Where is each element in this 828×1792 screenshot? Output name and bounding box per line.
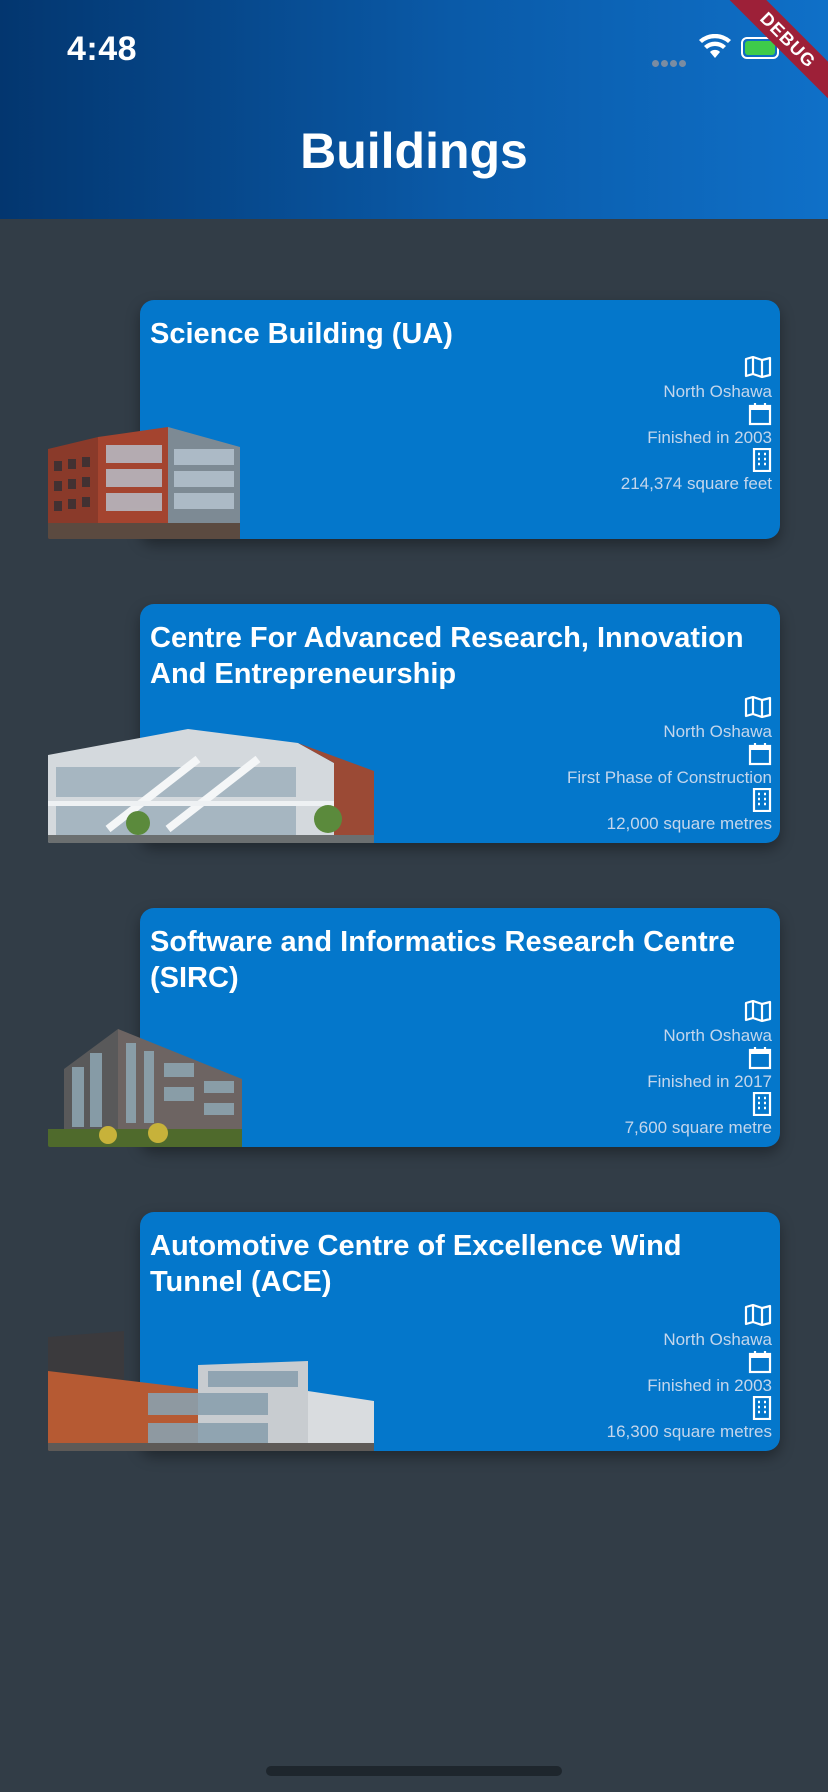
building-card-ace[interactable]: Automotive Centre of Excellence Wind Tun… (48, 1212, 780, 1451)
building-size: 214,374 square feet (620, 474, 772, 493)
building-card-sirc[interactable]: Software and Informatics Research Centre… (48, 908, 780, 1147)
building-size: 7,600 square metre (624, 1118, 772, 1137)
building-status: First Phase of Construction (566, 768, 772, 787)
building-name: Software and Informatics Research Centre… (150, 926, 736, 994)
debug-banner: DEBUG (722, 0, 828, 106)
building-photo (48, 719, 374, 843)
building-info: North Oshawa Finished in 2003 16,300 squ… (606, 1303, 772, 1442)
building-info: North Oshawa Finished in 2003 214,374 sq… (620, 355, 772, 494)
building-photo (48, 1331, 374, 1451)
building-photo (48, 419, 240, 539)
building-name: Automotive Centre of Excellence Wind Tun… (150, 1230, 682, 1298)
building-name: Science Building (UA) (150, 318, 453, 350)
home-indicator[interactable] (266, 1766, 562, 1776)
building-location: North Oshawa (663, 722, 772, 741)
building-size: 12,000 square metres (606, 814, 772, 833)
building-photo (48, 1029, 242, 1147)
debug-banner-wrap: DEBUG (708, 0, 828, 120)
building-card-science[interactable]: Science Building (UA) North Oshawa Finis… (48, 300, 780, 539)
building-status: Finished in 2003 (647, 428, 772, 447)
building-location: North Oshawa (663, 382, 772, 401)
building-icon (607, 1395, 772, 1422)
page-title: Buildings (300, 123, 528, 179)
building-icon (567, 787, 772, 814)
cellular-signal-icon (652, 54, 688, 72)
status-time: 4:48 (67, 30, 138, 68)
building-status: Finished in 2003 (647, 1376, 772, 1395)
map-icon (625, 999, 772, 1026)
building-status: Finished in 2017 (647, 1072, 772, 1091)
calendar-icon (567, 742, 772, 768)
map-icon (607, 1303, 772, 1330)
building-info: North Oshawa Finished in 2017 7,600 squa… (624, 999, 772, 1138)
calendar-icon (621, 402, 772, 428)
building-icon (621, 447, 772, 474)
app-bar: 4:48 DEBUG Buildings (0, 0, 828, 219)
building-name: Centre For Advanced Research, Innovation… (150, 622, 744, 690)
building-location: North Oshawa (663, 1330, 772, 1349)
calendar-icon (625, 1046, 772, 1072)
building-size: 16,300 square metres (606, 1422, 772, 1441)
calendar-icon (607, 1350, 772, 1376)
building-info: North Oshawa First Phase of Construction… (566, 695, 772, 834)
map-icon (621, 355, 772, 382)
map-icon (567, 695, 772, 722)
building-icon (625, 1091, 772, 1118)
building-card-cari[interactable]: Centre For Advanced Research, Innovation… (48, 604, 780, 843)
building-location: North Oshawa (663, 1026, 772, 1045)
